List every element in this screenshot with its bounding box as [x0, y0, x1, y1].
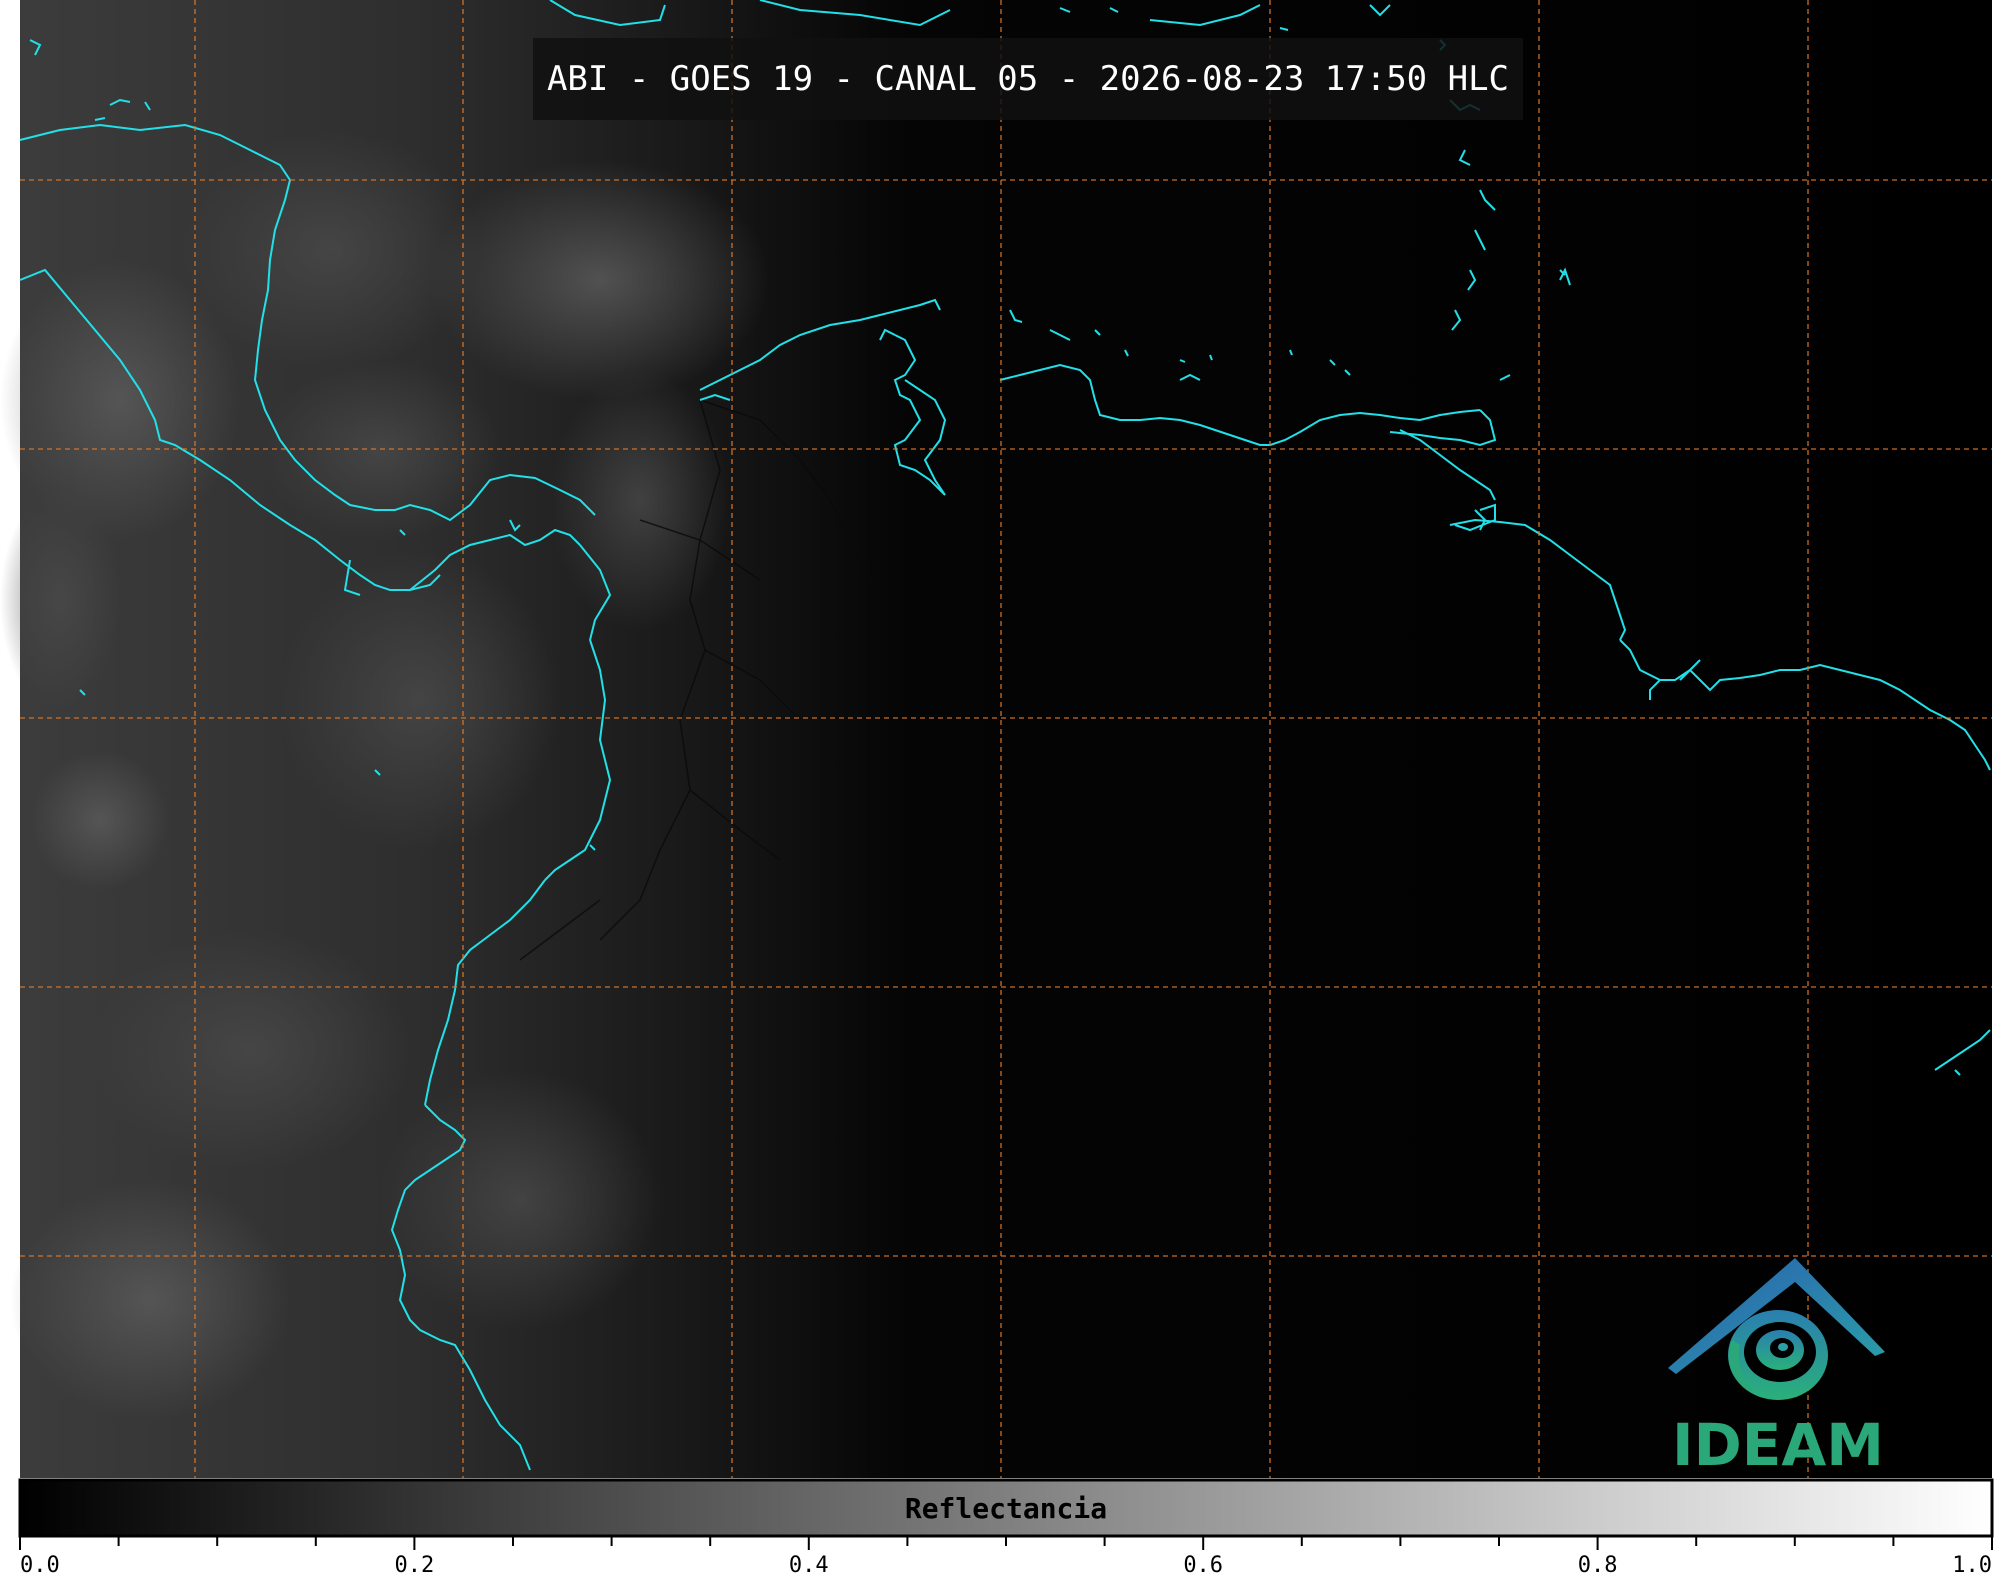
colorbar: Reflectancia 0.0 0.2 0.4 0.6 0.8 1.0 — [18, 1478, 1994, 1577]
satellite-map-figure: ABI - GOES 19 - CANAL 05 - 2026-08-23 17… — [0, 0, 2011, 1577]
colorbar-tick-label: 0.8 — [1578, 1553, 1618, 1577]
title-box: ABI - GOES 19 - CANAL 05 - 2026-08-23 17… — [533, 38, 1523, 120]
colorbar-tick-label: 0.4 — [789, 1553, 829, 1577]
logo-text: IDEAM — [1672, 1411, 1884, 1479]
map-title: ABI - GOES 19 - CANAL 05 - 2026-08-23 17… — [547, 59, 1509, 99]
colorbar-ticks: 0.0 0.2 0.4 0.6 0.8 1.0 — [19, 1536, 1993, 1577]
colorbar-tick-label: 1.0 — [1952, 1553, 1992, 1577]
logo-swirl-icon — [1728, 1310, 1828, 1400]
colorbar-tick-label: 0.0 — [20, 1553, 60, 1577]
colorbar-label: Reflectancia — [905, 1492, 1107, 1525]
colorbar-tick-label: 0.2 — [395, 1553, 435, 1577]
colorbar-tick-label: 0.6 — [1183, 1553, 1223, 1577]
